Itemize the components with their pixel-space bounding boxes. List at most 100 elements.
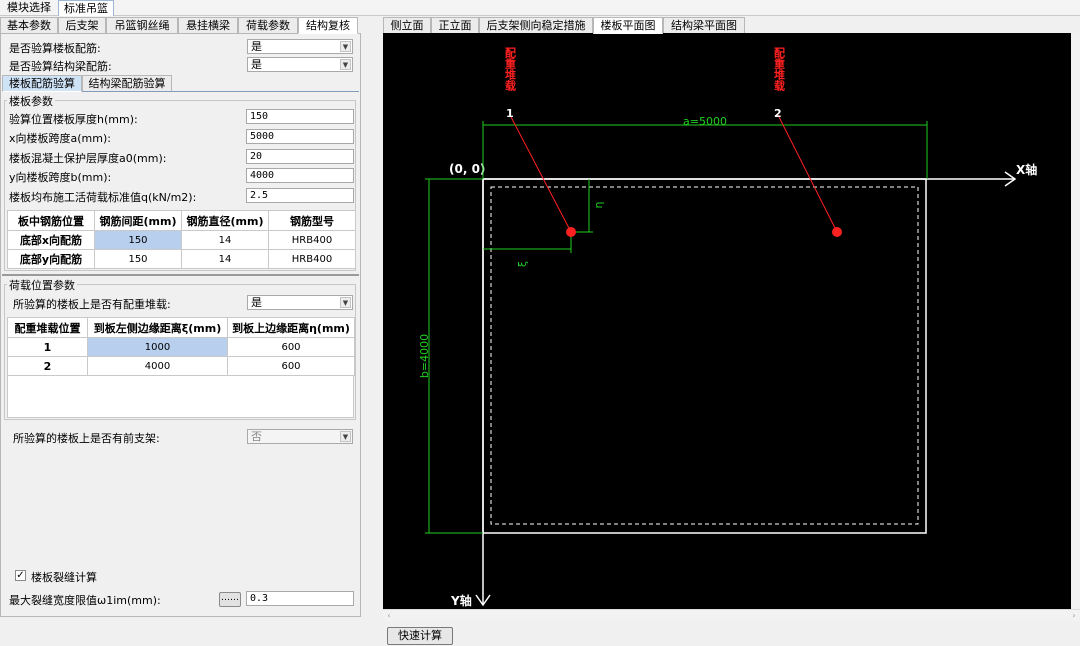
row-header[interactable]: 2	[7, 356, 88, 376]
row-header[interactable]: 底部x向配筋	[7, 230, 95, 250]
rebar-table-header: 板中钢筋位置 钢筋间距(mm) 钢筋直径(mm) 钢筋型号	[7, 210, 356, 231]
canvas-horizontal-scrollbar[interactable]: ‹ ›	[383, 609, 1080, 621]
load-table-header: 配重堆载位置 到板左侧边缘距离ξ(mm) 到板上边缘距离η(mm)	[7, 317, 355, 338]
chevron-down-icon: ▼	[340, 41, 351, 52]
cover-thickness-label: 楼板混凝土保护层厚度a0(mm):	[9, 152, 167, 165]
row-header[interactable]: 1	[7, 337, 88, 357]
load-1-text: 配重堆载	[504, 46, 517, 92]
crack-limit-input[interactable]: 0.3	[246, 591, 354, 606]
load-2-text: 配重堆载	[773, 46, 786, 92]
tab-front-elevation[interactable]: 正立面	[431, 17, 479, 34]
check-beam-rebar-value: 是	[251, 58, 262, 71]
table-cell[interactable]: 150	[94, 249, 182, 269]
tab-rear-bracket-stability[interactable]: 后支架侧向稳定措施	[479, 17, 593, 34]
live-load-label: 楼板均布施工活荷载标准值q(kN/m2):	[9, 191, 197, 204]
crack-limit-label: 最大裂缝宽度限值ω1im(mm):	[9, 594, 161, 607]
chevron-down-icon: ▼	[340, 297, 351, 308]
column-header: 配重堆载位置	[7, 317, 88, 338]
load-table-empty-area	[7, 376, 354, 418]
check-slab-rebar-label: 是否验算楼板配筋:	[9, 42, 101, 55]
load-1-number: 1	[506, 107, 514, 120]
load-2-leader	[777, 114, 838, 233]
table-cell[interactable]: 1000	[87, 337, 228, 357]
section-divider	[2, 274, 359, 276]
table-cell[interactable]: HRB400	[268, 230, 356, 250]
check-beam-rebar-select[interactable]: 是 ▼	[247, 57, 353, 72]
check-slab-rebar-select[interactable]: 是 ▼	[247, 39, 353, 54]
load-2-number: 2	[774, 107, 782, 120]
y-span-input[interactable]: 4000	[246, 168, 354, 183]
table-cell[interactable]: 4000	[87, 356, 228, 376]
x-span-input[interactable]: 5000	[246, 129, 354, 144]
row-header[interactable]: 底部y向配筋	[7, 249, 95, 269]
check-beam-rebar-label: 是否验算结构梁配筋:	[9, 60, 112, 73]
canvas-vertical-scrollbar[interactable]	[1071, 33, 1080, 609]
slab-plan-drawing: X轴 Y轴 (0, 0) a=5000 b=4000 η ξ 配重堆载 1 配重…	[418, 46, 1037, 608]
chevron-down-icon: ▼	[340, 431, 351, 442]
x-span-label: x向楼板跨度a(mm):	[9, 132, 111, 145]
tab-load-params[interactable]: 荷载参数	[238, 17, 298, 34]
crack-calc-label: 楼板裂缝计算	[31, 571, 97, 584]
origin-label: (0, 0)	[449, 162, 485, 176]
table-row: 底部x向配筋 150 14 HRB400	[7, 230, 356, 250]
slab-inner-dashed	[490, 186, 919, 525]
has-front-bracket-label: 所验算的楼板上是否有前支架:	[13, 432, 160, 445]
load-1-leader	[509, 114, 572, 233]
column-header: 到板上边缘距离η(mm)	[227, 317, 355, 338]
cover-thickness-input[interactable]: 20	[246, 149, 354, 164]
table-cell[interactable]: 150	[94, 230, 182, 250]
tab-suspension-beam[interactable]: 悬挂横梁	[178, 17, 238, 34]
tab-wire-rope[interactable]: 吊篮钢丝绳	[106, 17, 178, 34]
slab-thickness-label: 验算位置楼板厚度h(mm):	[9, 113, 138, 126]
column-header: 到板左侧边缘距离ξ(mm)	[87, 317, 228, 338]
tab-rear-bracket[interactable]: 后支架	[58, 17, 106, 34]
tab-basic-params[interactable]: 基本参数	[0, 17, 58, 34]
table-cell[interactable]: 600	[227, 337, 355, 357]
table-row: 1 1000 600	[7, 337, 355, 357]
has-counterweight-label: 所验算的楼板上是否有配重堆载:	[13, 298, 171, 311]
column-header: 钢筋直径(mm)	[181, 210, 269, 231]
tab-beam-rebar-check[interactable]: 结构梁配筋验算	[82, 75, 172, 92]
quick-calc-button[interactable]: 快速计算	[387, 627, 453, 645]
tab-beam-plan[interactable]: 结构梁平面图	[663, 17, 745, 34]
slab-thickness-input[interactable]: 150	[246, 109, 354, 124]
dim-xi-label: ξ	[516, 261, 529, 267]
tab-slab-plan[interactable]: 楼板平面图	[593, 17, 663, 34]
crack-limit-browse-button[interactable]: ……	[219, 592, 241, 607]
dim-b-label: b=4000	[418, 334, 431, 378]
standard-basket-menu[interactable]: 标准吊篮	[58, 0, 114, 16]
column-header: 板中钢筋位置	[7, 210, 95, 231]
crack-calc-checkbox[interactable]: ✓	[15, 570, 26, 581]
dim-eta-label: η	[592, 201, 605, 208]
has-counterweight-select[interactable]: 是 ▼	[247, 295, 353, 310]
tab-structure-check[interactable]: 结构复核	[298, 17, 358, 34]
tab-side-elevation[interactable]: 侧立面	[383, 17, 431, 34]
slab-outline	[482, 178, 927, 534]
table-cell[interactable]: 600	[227, 356, 355, 376]
y-axis-label: Y轴	[450, 593, 472, 608]
table-cell[interactable]: 14	[181, 249, 269, 269]
column-header: 钢筋型号	[268, 210, 356, 231]
live-load-input[interactable]: 2.5	[246, 188, 354, 203]
table-row: 2 4000 600	[7, 356, 355, 376]
check-slab-rebar-value: 是	[251, 40, 262, 53]
column-header: 钢筋间距(mm)	[94, 210, 182, 231]
scroll-right-icon[interactable]: ›	[1068, 610, 1080, 622]
table-cell[interactable]: 14	[181, 230, 269, 250]
has-front-bracket-select[interactable]: 否 ▼	[247, 429, 353, 444]
load-2-point[interactable]	[832, 227, 842, 237]
scroll-left-icon[interactable]: ‹	[383, 610, 395, 622]
right-tab-bar: 侧立面 正立面 后支架侧向稳定措施 楼板平面图 结构梁平面图	[383, 17, 1080, 34]
table-row: 底部y向配筋 150 14 HRB400	[7, 249, 356, 269]
x-axis-label: X轴	[1016, 162, 1037, 177]
slab-plan-canvas[interactable]: X轴 Y轴 (0, 0) a=5000 b=4000 η ξ 配重堆载 1 配重…	[383, 33, 1080, 609]
rebar-table: 板中钢筋位置 钢筋间距(mm) 钢筋直径(mm) 钢筋型号 底部x向配筋 150…	[7, 210, 356, 269]
module-select-menu[interactable]: 模块选择	[2, 0, 56, 16]
module-menu-bar: 模块选择 标准吊篮	[0, 0, 1080, 16]
structure-check-panel: 是否验算楼板配筋: 是 ▼ 是否验算结构梁配筋: 是 ▼ 楼板配筋验算 结构梁配…	[0, 33, 361, 617]
tab-slab-rebar-check[interactable]: 楼板配筋验算	[2, 75, 82, 92]
table-cell[interactable]: HRB400	[268, 249, 356, 269]
dim-a-label: a=5000	[683, 115, 727, 128]
load-1-point[interactable]	[566, 227, 576, 237]
chevron-down-icon: ▼	[340, 59, 351, 70]
